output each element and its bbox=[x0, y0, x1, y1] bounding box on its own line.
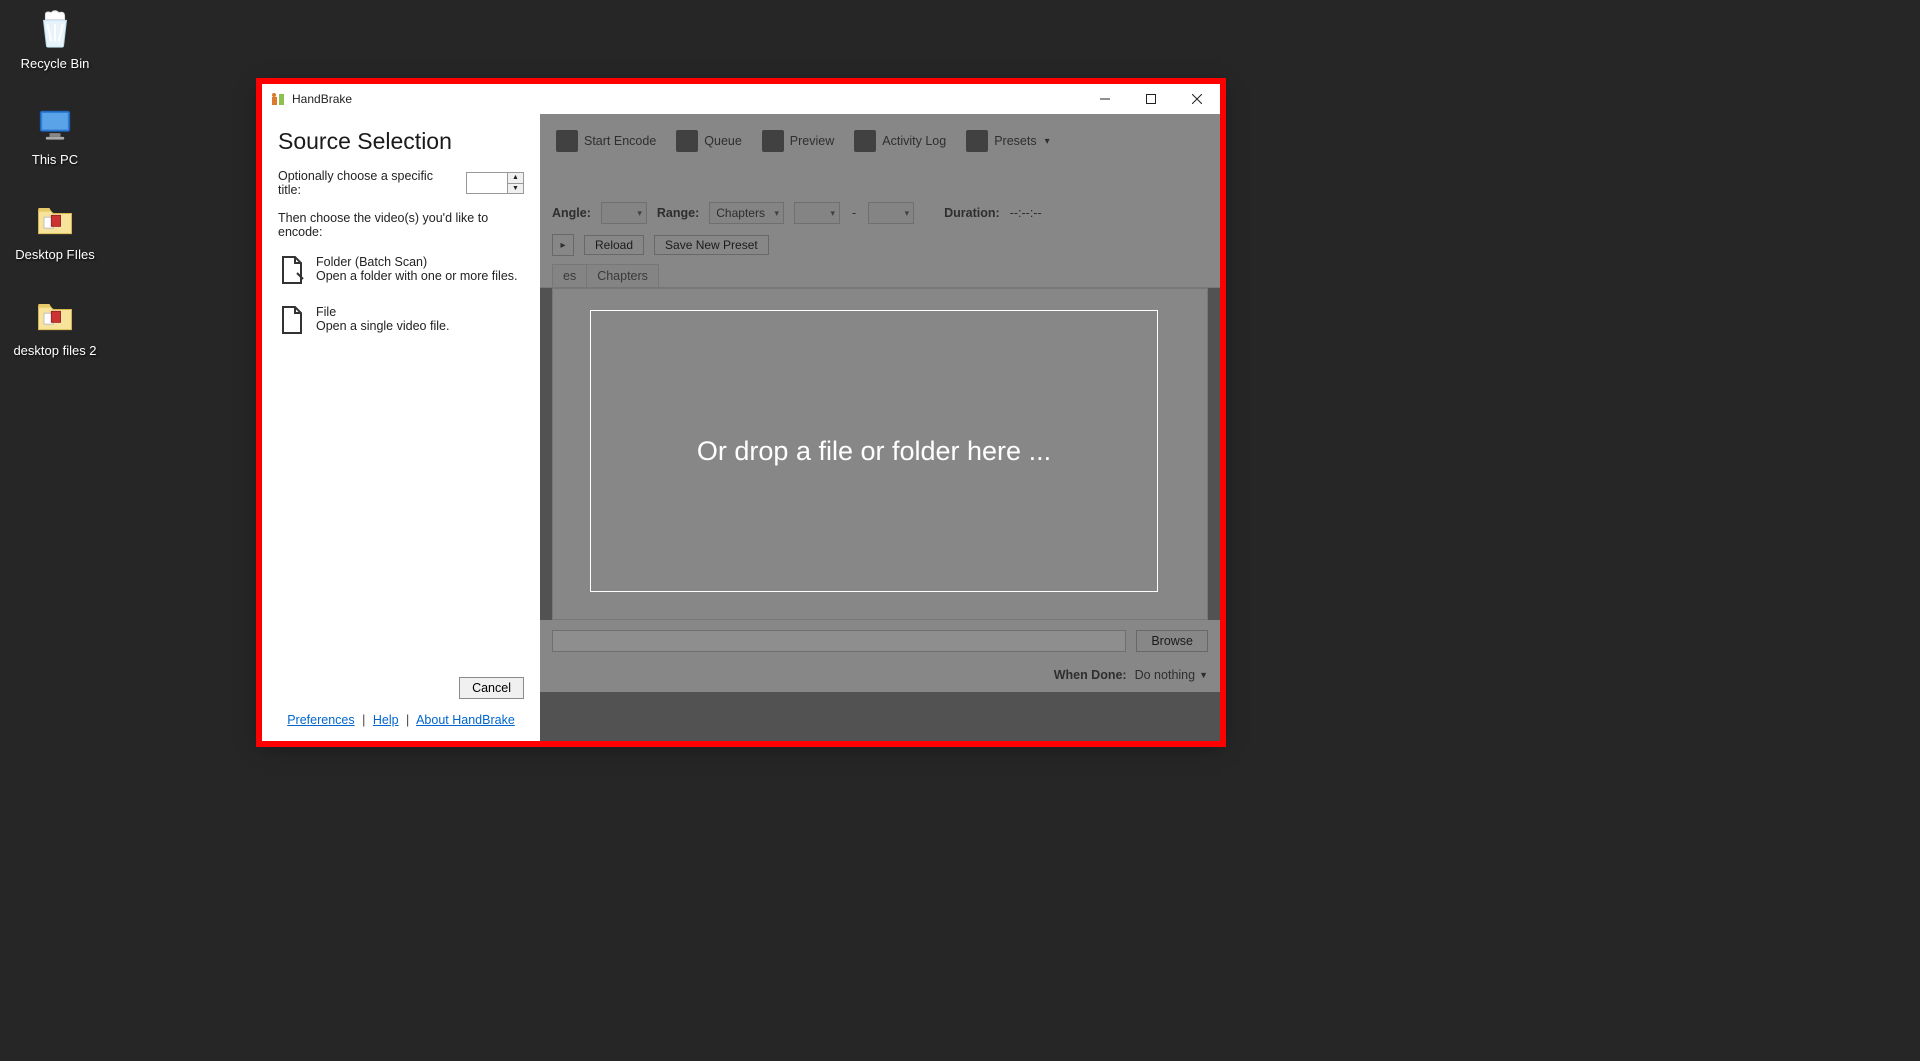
play-icon bbox=[556, 130, 578, 152]
folder-icon bbox=[31, 195, 79, 243]
browse-button[interactable]: Browse bbox=[1136, 630, 1208, 652]
spinner-down-button[interactable]: ▼ bbox=[508, 184, 523, 194]
reload-button[interactable]: Reload bbox=[584, 235, 644, 255]
cancel-button[interactable]: Cancel bbox=[459, 677, 524, 699]
when-done-label: When Done: bbox=[1054, 668, 1127, 682]
range-end-combo[interactable] bbox=[868, 202, 914, 224]
tabs-row: es Chapters bbox=[540, 264, 1220, 288]
footer-links: Preferences | Help | About HandBrake bbox=[278, 713, 524, 731]
content-area bbox=[552, 288, 1208, 620]
desktop-item-desktop-files-2[interactable]: desktop files 2 bbox=[5, 291, 105, 359]
range-type-combo[interactable]: Chapters bbox=[709, 202, 784, 224]
source-option-folder[interactable]: Folder (Batch Scan) Open a folder with o… bbox=[278, 251, 524, 289]
desktop-item-recycle-bin[interactable]: Recycle Bin bbox=[5, 4, 105, 72]
title-spinner-input[interactable] bbox=[467, 173, 507, 193]
titlebar: HandBrake bbox=[262, 84, 1220, 114]
output-row: Browse bbox=[540, 620, 1220, 662]
duration-value: --:--:-- bbox=[1010, 206, 1042, 220]
this-pc-icon bbox=[31, 100, 79, 148]
maximize-button[interactable] bbox=[1128, 84, 1174, 114]
desktop-item-label: Desktop FIles bbox=[15, 247, 94, 263]
about-link[interactable]: About HandBrake bbox=[416, 713, 515, 727]
source-option-subtitle: Open a folder with one or more files. bbox=[316, 269, 518, 283]
range-label: Range: bbox=[657, 206, 699, 220]
save-preset-button[interactable]: Save New Preset bbox=[654, 235, 769, 255]
when-done-combo[interactable]: Do nothing ▼ bbox=[1135, 668, 1208, 682]
source-option-file[interactable]: File Open a single video file. bbox=[278, 301, 524, 339]
file-icon bbox=[280, 305, 304, 335]
source-option-subtitle: Open a single video file. bbox=[316, 319, 449, 333]
range-start-combo[interactable] bbox=[794, 202, 840, 224]
minimize-button[interactable] bbox=[1082, 84, 1128, 114]
main-pane: Start Encode Queue Preview Activity Log … bbox=[540, 114, 1220, 741]
output-path-input[interactable] bbox=[552, 630, 1126, 652]
toolbar: Start Encode Queue Preview Activity Log … bbox=[540, 114, 1220, 168]
title-spinner[interactable]: ▲ ▼ bbox=[466, 172, 524, 194]
window-title: HandBrake bbox=[292, 92, 352, 106]
preferences-link[interactable]: Preferences bbox=[287, 713, 354, 727]
angle-label: Angle: bbox=[552, 206, 591, 220]
tab-partial[interactable]: es bbox=[552, 264, 587, 287]
close-button[interactable] bbox=[1174, 84, 1220, 114]
presets-icon bbox=[966, 130, 988, 152]
folder-scan-icon bbox=[280, 255, 304, 285]
folder-icon bbox=[31, 291, 79, 339]
source-option-title: Folder (Batch Scan) bbox=[316, 255, 518, 269]
presets-button[interactable]: Presets bbox=[958, 126, 1057, 156]
activity-log-icon bbox=[854, 130, 876, 152]
source-selection-heading: Source Selection bbox=[278, 128, 524, 155]
desktop-item-desktop-files[interactable]: Desktop FIles bbox=[5, 195, 105, 263]
desktop-item-this-pc[interactable]: This PC bbox=[5, 100, 105, 168]
chevron-down-icon: ▼ bbox=[1199, 670, 1208, 680]
start-encode-label: Start Encode bbox=[584, 134, 656, 148]
spinner-up-button[interactable]: ▲ bbox=[508, 173, 523, 184]
recycle-bin-icon bbox=[31, 4, 79, 52]
tab-chapters[interactable]: Chapters bbox=[586, 264, 659, 287]
source-instruction: Then choose the video(s) you'd like to e… bbox=[278, 211, 524, 239]
preset-row: ▸ Reload Save New Preset bbox=[540, 230, 1220, 264]
desktop-item-label: This PC bbox=[32, 152, 78, 168]
activity-log-button[interactable]: Activity Log bbox=[846, 126, 954, 156]
queue-label: Queue bbox=[704, 134, 742, 148]
desktop-icons: Recycle Bin This PC Desktop FIles bbox=[0, 4, 110, 386]
source-selection-panel: Source Selection Optionally choose a spe… bbox=[262, 114, 540, 741]
preset-expander[interactable]: ▸ bbox=[552, 234, 574, 256]
queue-icon bbox=[676, 130, 698, 152]
title-select-label: Optionally choose a specific title: bbox=[278, 169, 456, 197]
presets-label: Presets bbox=[994, 134, 1036, 148]
activity-log-label: Activity Log bbox=[882, 134, 946, 148]
duration-label: Duration: bbox=[944, 206, 1000, 220]
desktop-item-label: Recycle Bin bbox=[21, 56, 90, 72]
handbrake-icon bbox=[270, 91, 286, 107]
start-encode-button[interactable]: Start Encode bbox=[548, 126, 664, 156]
queue-button[interactable]: Queue bbox=[668, 126, 750, 156]
help-link[interactable]: Help bbox=[373, 713, 399, 727]
preview-button[interactable]: Preview bbox=[754, 126, 842, 156]
angle-combo[interactable] bbox=[601, 202, 647, 224]
desktop-item-label: desktop files 2 bbox=[13, 343, 96, 359]
when-done-row: When Done: Do nothing ▼ bbox=[540, 662, 1220, 692]
preview-icon bbox=[762, 130, 784, 152]
title-angle-row: Angle: Range: Chapters - Duration: --:--… bbox=[540, 196, 1220, 230]
source-option-title: File bbox=[316, 305, 449, 319]
app-window: HandBrake Source Selection Optionally ch… bbox=[262, 84, 1220, 741]
preview-label: Preview bbox=[790, 134, 834, 148]
